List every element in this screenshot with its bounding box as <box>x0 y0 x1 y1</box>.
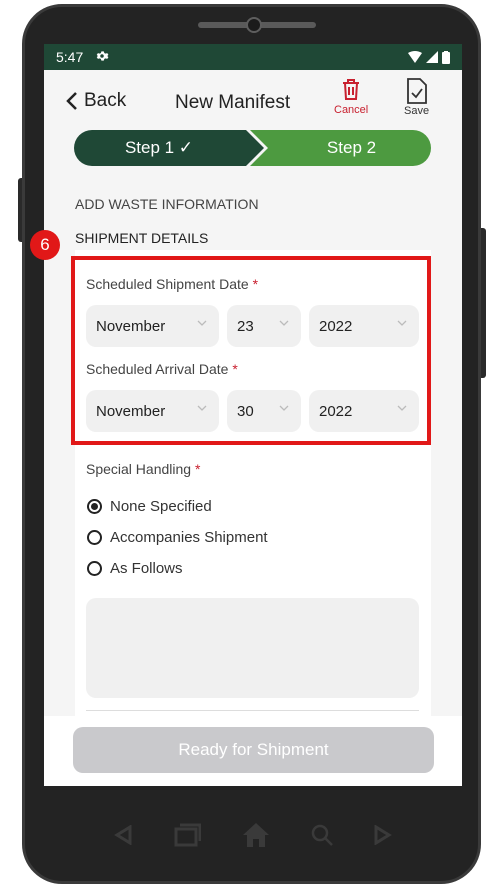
page-title: New Manifest <box>175 92 291 113</box>
radio-accompanies-shipment[interactable]: Accompanies Shipment <box>87 529 268 546</box>
chevron-left-icon <box>66 92 77 110</box>
save-label: Save <box>404 105 430 117</box>
wifi-icon <box>408 51 422 63</box>
radio-none-specified[interactable]: None Specified <box>87 498 212 515</box>
settings-gear-icon <box>95 49 109 66</box>
ready-for-shipment-button[interactable]: Ready for Shipment <box>73 727 434 773</box>
back-triangle-icon <box>114 825 132 845</box>
section-shipment-details: SHIPMENT DETAILS <box>75 230 209 246</box>
status-time: 5:47 <box>56 49 84 65</box>
divider <box>86 710 419 711</box>
callout-badge: 6 <box>30 230 60 260</box>
android-nav-bar <box>44 800 462 870</box>
step-2[interactable]: Step 2 <box>250 130 431 166</box>
step-1[interactable]: Step 1 ✓ <box>74 130 264 166</box>
section-add-waste: ADD WASTE INFORMATION <box>75 196 259 212</box>
back-label: Back <box>84 90 127 111</box>
recent-apps-icon <box>174 823 202 847</box>
status-icons <box>408 50 450 64</box>
highlight-box <box>71 256 431 445</box>
home-icon <box>242 823 269 847</box>
app-header: Back New Manifest Cancel Save <box>44 70 462 130</box>
status-bar: 5:47 <box>44 44 462 70</box>
radio-unchecked-icon[interactable] <box>87 530 102 545</box>
radio-checked-icon[interactable] <box>87 499 102 514</box>
special-handling-label: Special Handling * <box>86 461 201 477</box>
battery-icon <box>442 50 450 64</box>
stepper: Step 1 ✓ Step 2 <box>74 130 431 166</box>
forward-triangle-icon <box>374 825 392 845</box>
trash-icon <box>343 79 360 100</box>
front-camera <box>246 17 262 33</box>
back-button[interactable]: Back <box>66 90 126 112</box>
required-asterisk: * <box>194 461 201 477</box>
cancel-label: Cancel <box>334 104 369 116</box>
save-document-icon <box>406 78 427 104</box>
signal-icon <box>426 51 438 63</box>
radio-unchecked-icon[interactable] <box>87 561 102 576</box>
radio-as-follows[interactable]: As Follows <box>87 560 183 577</box>
search-icon <box>311 824 333 846</box>
save-button[interactable]: Save <box>404 78 429 117</box>
special-handling-textarea[interactable] <box>86 598 419 698</box>
app-screen: 5:47 Back New Manifest Cancel Save Step … <box>44 44 462 786</box>
cancel-button[interactable]: Cancel <box>334 78 368 116</box>
